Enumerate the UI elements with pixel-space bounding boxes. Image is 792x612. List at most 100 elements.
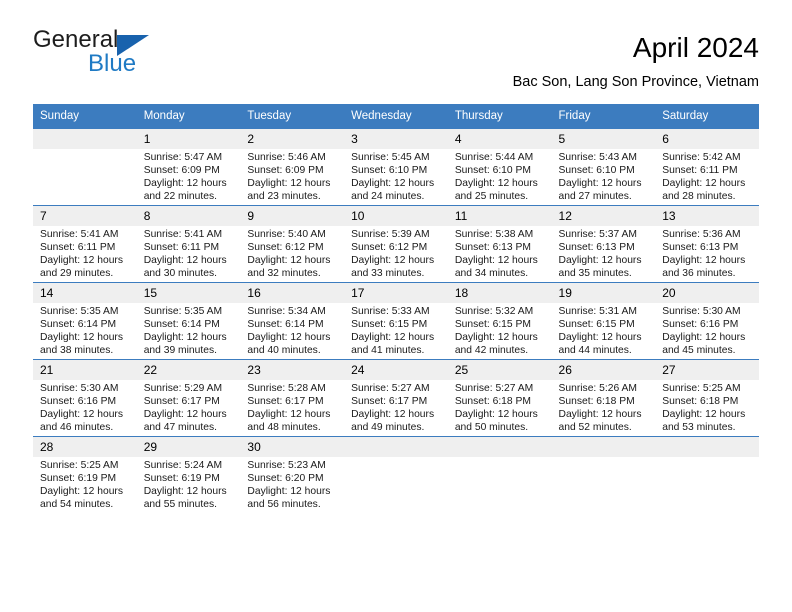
day-info-line: Daylight: 12 hours [558,177,642,189]
calendar-day-cell[interactable]: 20 Sunrise: 5:30 AM Sunset: 6:16 PM Dayligh… [655,282,759,360]
calendar-day-cell[interactable]: 28 Sunrise: 5:25 AM Sunset: 6:19 PM Dayligh… [33,436,137,513]
day-number [655,437,759,457]
calendar-day-cell[interactable]: 15 Sunrise: 5:35 AM Sunset: 6:14 PM Dayligh… [136,282,241,360]
calendar-day-cell[interactable]: 21 Sunrise: 5:30 AM Sunset: 6:16 PM Dayligh… [33,359,137,437]
day-number: 17 [344,283,448,303]
calendar-day-cell[interactable]: 29 Sunrise: 5:24 AM Sunset: 6:19 PM Dayligh… [136,436,241,513]
day-info-line: Sunrise: 5:30 AM [40,383,119,394]
day-info-line: Sunset: 6:14 PM [247,318,324,330]
calendar-day-cell[interactable]: 17 Sunrise: 5:33 AM Sunset: 6:15 PM Dayligh… [344,282,448,360]
day-info-line: Daylight: 12 hours [247,485,331,497]
day-info-line: Sunset: 6:18 PM [454,395,531,407]
day-info-line: and 53 minutes. [662,421,736,433]
calendar-day-cell[interactable]: 14 Sunrise: 5:35 AM Sunset: 6:14 PM Dayligh… [33,282,137,360]
day-number: 3 [344,129,448,149]
day-info-line: Sunset: 6:09 PM [247,164,324,176]
day-number: 7 [33,206,137,226]
day-info-line: Sunset: 6:13 PM [454,241,531,253]
day-info-line: Sunset: 6:18 PM [662,395,739,407]
day-info-line: and 54 minutes. [40,498,114,510]
calendar-day-cell[interactable]: 2 Sunrise: 5:46 AM Sunset: 6:09 PM Daylight… [240,128,345,206]
calendar-day-cell[interactable]: 18 Sunrise: 5:32 AM Sunset: 6:15 PM Dayligh… [447,282,552,360]
calendar-day-cell[interactable] [33,128,137,206]
calendar-day-cell[interactable]: 5 Sunrise: 5:43 AM Sunset: 6:10 PM Daylight… [551,128,656,206]
day-sun-info: Sunrise: 5:42 AM Sunset: 6:11 PM Daylight:… [655,149,759,204]
calendar-table: Sunday Monday Tuesday Wednesday Thursday… [33,104,759,513]
calendar-week-row: 14 Sunrise: 5:35 AM Sunset: 6:14 PM Dayligh… [33,282,759,360]
calendar-day-cell[interactable] [655,436,759,513]
logo-text-blue: Blue [88,50,137,77]
calendar-day-cell[interactable] [344,436,448,513]
calendar-day-cell[interactable]: 25 Sunrise: 5:27 AM Sunset: 6:18 PM Dayligh… [447,359,552,437]
day-info-line: Sunrise: 5:34 AM [247,306,326,317]
day-info-line: and 38 minutes. [40,344,114,356]
calendar-day-cell[interactable] [447,436,552,513]
day-info-line: Sunrise: 5:40 AM [247,229,326,240]
day-info-line: Sunrise: 5:25 AM [662,383,741,394]
calendar-day-cell[interactable] [551,436,656,513]
calendar-day-cell[interactable]: 30 Sunrise: 5:23 AM Sunset: 6:20 PM Dayligh… [240,436,345,513]
calendar-day-cell[interactable]: 22 Sunrise: 5:29 AM Sunset: 6:17 PM Dayligh… [136,359,241,437]
day-cell-30: 30 Sunrise: 5:23 AM Sunset: 6:20 PM Dayligh… [240,437,345,513]
calendar-week-row: 21 Sunrise: 5:30 AM Sunset: 6:16 PM Dayligh… [33,359,759,437]
calendar-day-cell[interactable]: 16 Sunrise: 5:34 AM Sunset: 6:14 PM Dayligh… [240,282,345,360]
calendar-day-cell[interactable]: 9 Sunrise: 5:40 AM Sunset: 6:12 PM Daylight… [240,205,345,283]
calendar-day-cell[interactable]: 3 Sunrise: 5:45 AM Sunset: 6:10 PM Daylight… [344,128,448,206]
day-info-line: Daylight: 12 hours [143,331,227,343]
day-info-line: Daylight: 12 hours [662,177,746,189]
day-number: 14 [33,283,137,303]
day-sun-info: Sunrise: 5:28 AM Sunset: 6:17 PM Daylight:… [240,380,344,435]
day-number: 16 [240,283,345,303]
day-info-line: Sunset: 6:11 PM [40,241,116,253]
calendar-day-cell[interactable]: 13 Sunrise: 5:36 AM Sunset: 6:13 PM Dayligh… [655,205,759,283]
day-number: 23 [240,360,345,380]
calendar-day-cell[interactable]: 11 Sunrise: 5:38 AM Sunset: 6:13 PM Dayligh… [447,205,552,283]
general-blue-logo[interactable]: General Blue [33,26,253,86]
day-sun-info: Sunrise: 5:40 AM Sunset: 6:12 PM Daylight:… [240,226,344,281]
day-sun-info: Sunrise: 5:38 AM Sunset: 6:13 PM Daylight:… [448,226,552,281]
day-sun-info [33,149,137,152]
day-info-line: Sunset: 6:15 PM [351,318,428,330]
day-sun-info: Sunrise: 5:34 AM Sunset: 6:14 PM Daylight:… [240,303,344,358]
day-info-line: Sunrise: 5:30 AM [662,306,741,317]
calendar-day-cell[interactable]: 26 Sunrise: 5:26 AM Sunset: 6:18 PM Dayligh… [551,359,656,437]
day-number: 1 [136,129,241,149]
calendar-day-cell[interactable]: 27 Sunrise: 5:25 AM Sunset: 6:18 PM Dayligh… [655,359,759,437]
calendar-day-cell[interactable]: 1 Sunrise: 5:47 AM Sunset: 6:09 PM Daylight… [136,128,241,206]
day-info-line: and 40 minutes. [247,344,321,356]
calendar-day-cell[interactable]: 8 Sunrise: 5:41 AM Sunset: 6:11 PM Daylight… [136,205,241,283]
day-info-line: Daylight: 12 hours [143,254,227,266]
day-info-line: and 32 minutes. [247,267,321,279]
calendar-day-cell[interactable]: 6 Sunrise: 5:42 AM Sunset: 6:11 PM Daylight… [655,128,759,206]
weekday-header-sunday: Sunday [33,104,137,129]
day-cell-18: 18 Sunrise: 5:32 AM Sunset: 6:15 PM Dayligh… [447,283,552,359]
day-number: 28 [33,437,137,457]
day-cell-10: 10 Sunrise: 5:39 AM Sunset: 6:12 PM Dayligh… [344,206,448,282]
day-info-line: and 39 minutes. [143,344,217,356]
day-info-line: Daylight: 12 hours [351,254,435,266]
calendar-day-cell[interactable]: 10 Sunrise: 5:39 AM Sunset: 6:12 PM Dayligh… [344,205,448,283]
day-sun-info: Sunrise: 5:39 AM Sunset: 6:12 PM Daylight:… [344,226,448,281]
day-info-line: Sunset: 6:17 PM [247,395,324,407]
day-info-line: Daylight: 12 hours [40,485,123,497]
day-info-line: Sunset: 6:17 PM [351,395,428,407]
day-info-line: Sunset: 6:18 PM [558,395,635,407]
day-sun-info: Sunrise: 5:31 AM Sunset: 6:15 PM Daylight:… [552,303,656,358]
day-info-line: and 42 minutes. [454,344,529,356]
day-info-line: Sunset: 6:13 PM [558,241,635,253]
calendar-day-cell[interactable]: 24 Sunrise: 5:27 AM Sunset: 6:17 PM Dayligh… [344,359,448,437]
calendar-day-cell[interactable]: 23 Sunrise: 5:28 AM Sunset: 6:17 PM Dayligh… [240,359,345,437]
day-number [447,437,552,457]
calendar-day-cell[interactable]: 4 Sunrise: 5:44 AM Sunset: 6:10 PM Daylight… [447,128,552,206]
day-cell-24: 24 Sunrise: 5:27 AM Sunset: 6:17 PM Dayligh… [344,360,448,436]
calendar-day-cell[interactable]: 7 Sunrise: 5:41 AM Sunset: 6:11 PM Daylight… [33,205,137,283]
day-sun-info: Sunrise: 5:27 AM Sunset: 6:18 PM Daylight:… [448,380,552,435]
day-number: 24 [344,360,448,380]
day-info-line: and 33 minutes. [351,267,425,279]
day-info-line: Sunset: 6:10 PM [454,164,531,176]
calendar-day-cell[interactable]: 12 Sunrise: 5:37 AM Sunset: 6:13 PM Dayligh… [551,205,656,283]
day-info-line: and 24 minutes. [351,190,425,202]
day-info-line: Sunset: 6:14 PM [40,318,117,330]
day-cell-20: 20 Sunrise: 5:30 AM Sunset: 6:16 PM Dayligh… [655,283,759,359]
calendar-day-cell[interactable]: 19 Sunrise: 5:31 AM Sunset: 6:15 PM Dayligh… [551,282,656,360]
